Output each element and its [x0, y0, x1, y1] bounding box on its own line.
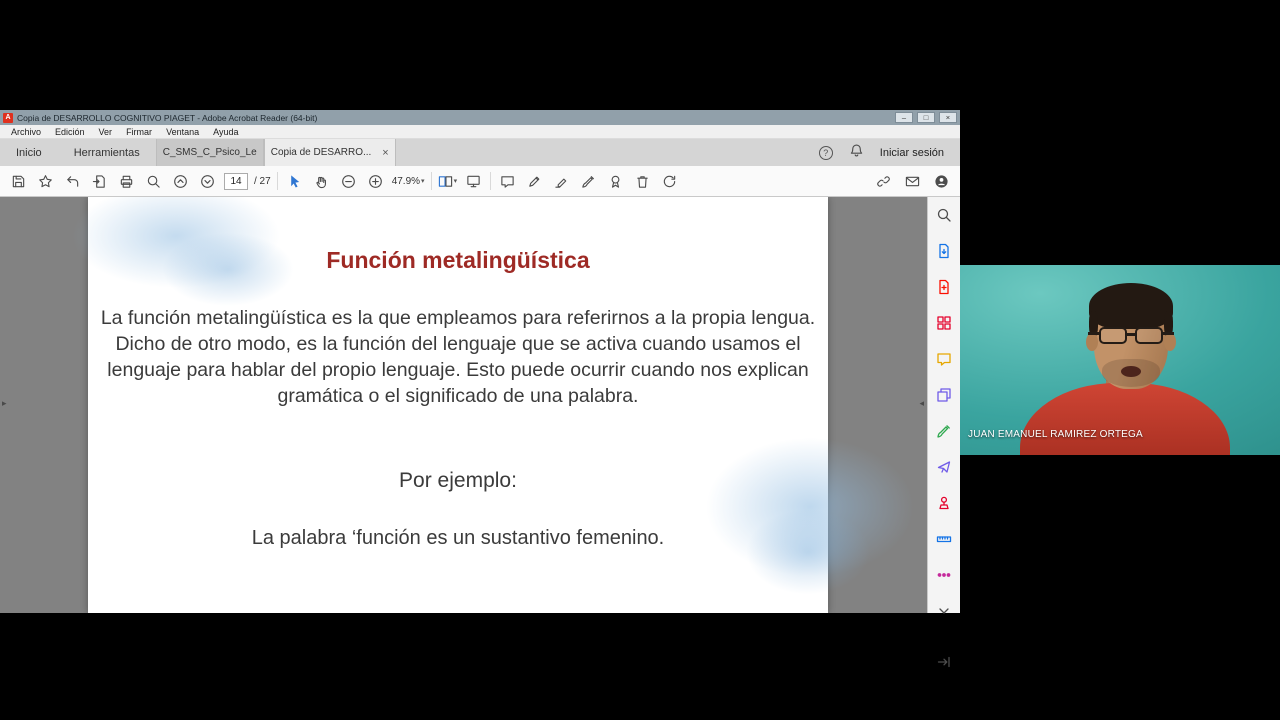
tab-label: C_SMS_C_Psico_Le...	[162, 147, 257, 158]
chevron-down-icon[interactable]	[936, 603, 952, 624]
presenter-ear	[1164, 333, 1176, 351]
menu-ver[interactable]: Ver	[92, 127, 120, 137]
comment-icon[interactable]	[497, 170, 518, 192]
menu-ayuda[interactable]: Ayuda	[206, 127, 245, 137]
save-icon[interactable]	[8, 170, 29, 192]
slide-title: Función metalingüística	[326, 247, 590, 273]
document-pane[interactable]: Función metalingüística La función metal…	[0, 197, 927, 613]
caret-down-icon: ▾	[421, 178, 425, 185]
page-number-input[interactable]	[224, 172, 248, 190]
export-pdf-tool-icon[interactable]	[936, 243, 952, 264]
zoom-level-dropdown[interactable]: 47.9% ▾	[392, 170, 425, 192]
hand-tool-icon[interactable]	[311, 170, 332, 192]
pencil-icon[interactable]	[524, 170, 545, 192]
menu-archivo[interactable]: Archivo	[4, 127, 48, 137]
toolbar-separator	[490, 172, 492, 190]
presentation-mode-icon[interactable]	[463, 170, 484, 192]
next-page-icon[interactable]	[197, 170, 218, 192]
presenter-mouth	[1121, 366, 1141, 377]
window-title: Copia de DESARROLLO COGNITIVO PIAGET - A…	[17, 112, 318, 123]
page-display-dropdown[interactable]: ▾	[438, 170, 458, 192]
window-titlebar: A Copia de DESARROLLO COGNITIVO PIAGET -…	[0, 110, 960, 125]
search-icon[interactable]	[143, 170, 164, 192]
comment-tool-icon[interactable]	[936, 351, 952, 372]
minimize-button[interactable]: –	[895, 112, 913, 123]
glasses-arm	[1162, 332, 1174, 335]
restore-button[interactable]: □	[917, 112, 935, 123]
more-tools-icon[interactable]	[936, 567, 952, 588]
fill-sign-tool-icon[interactable]	[936, 423, 952, 444]
refresh-icon[interactable]	[659, 170, 680, 192]
create-pdf-tool-icon[interactable]	[936, 279, 952, 300]
account-icon[interactable]	[931, 170, 952, 192]
zoom-in-icon[interactable]	[365, 170, 386, 192]
print-icon[interactable]	[116, 170, 137, 192]
presenter-shirt	[1020, 383, 1230, 455]
page-total-label: / 27	[254, 175, 271, 187]
pdf-page: Función metalingüística La función metal…	[68, 197, 918, 613]
measure-tool-icon[interactable]	[936, 531, 952, 552]
screen-background: A Copia de DESARROLLO COGNITIVO PIAGET -…	[0, 0, 1280, 720]
export-page-icon[interactable]	[89, 170, 110, 192]
combine-files-tool-icon[interactable]	[936, 387, 952, 408]
slide-example-text: La palabra ‘función es un sustantivo fem…	[251, 527, 665, 549]
stamp-tool-icon[interactable]	[936, 495, 952, 516]
menu-ventana[interactable]: Ventana	[159, 127, 206, 137]
close-button[interactable]: ×	[939, 112, 957, 123]
link-icon[interactable]	[873, 170, 894, 192]
highlight-icon[interactable]	[551, 170, 572, 192]
zoom-out-icon[interactable]	[338, 170, 359, 192]
trash-icon[interactable]	[632, 170, 653, 192]
previous-page-icon[interactable]	[170, 170, 191, 192]
select-tool-icon[interactable]	[284, 170, 305, 192]
menu-edicion[interactable]: Edición	[48, 127, 92, 137]
previous-view-icon[interactable]	[62, 170, 83, 192]
slide-example-label: Por ejemplo:	[399, 469, 517, 492]
glasses-bridge	[1125, 333, 1137, 336]
notifications-bell-icon[interactable]	[849, 143, 864, 163]
tab-herramientas[interactable]: Herramientas	[58, 139, 156, 166]
zoom-level-value: 47.9%	[391, 175, 421, 187]
participant-name-label: JUAN EMANUEL RAMIREZ ORTEGA	[968, 429, 1143, 440]
menu-firmar[interactable]: Firmar	[119, 127, 159, 137]
organize-pages-tool-icon[interactable]	[936, 315, 952, 336]
tools-pane-toggle-icon[interactable]: ◂	[919, 399, 924, 408]
help-icon[interactable]: ?	[818, 145, 833, 160]
glasses-lens	[1135, 327, 1163, 344]
acrobat-window: A Copia de DESARROLLO COGNITIVO PIAGET -…	[0, 110, 960, 668]
tab-document-1[interactable]: C_SMS_C_Psico_Le...	[155, 139, 264, 166]
acrobat-logo-icon: A	[3, 112, 13, 123]
tab-inicio[interactable]: Inicio	[0, 139, 58, 166]
certificate-stamp-icon[interactable]	[605, 170, 626, 192]
tab-document-2-active[interactable]: Copia de DESARRO... ×	[263, 139, 396, 166]
tab-bar: Inicio Herramientas C_SMS_C_Psico_Le... …	[0, 139, 960, 166]
glasses-lens	[1099, 327, 1127, 344]
fill-sign-icon[interactable]	[578, 170, 599, 192]
expand-tools-pane-icon[interactable]	[936, 654, 952, 675]
toolbar-separator	[276, 172, 278, 190]
slide-body-text: La función metalingüística es la que emp…	[100, 307, 816, 407]
find-tool-icon[interactable]	[936, 207, 952, 228]
tools-rail	[927, 197, 960, 668]
share-tool-icon[interactable]	[936, 459, 952, 480]
toolbar: / 27 47.9% ▾ ▾	[0, 166, 960, 197]
toolbar-separator	[430, 172, 432, 190]
presenter-ear	[1086, 333, 1098, 351]
nav-pane-toggle-icon[interactable]: ▸	[2, 399, 7, 408]
tab-close-icon[interactable]: ×	[382, 147, 388, 158]
presenter-hair	[1089, 283, 1173, 329]
sign-in-button[interactable]: Iniciar sesión	[880, 147, 944, 159]
webcam-overlay[interactable]: JUAN EMANUEL RAMIREZ ORTEGA	[960, 265, 1280, 455]
watercolor-decoration	[678, 427, 918, 587]
watercolor-decoration	[728, 497, 888, 607]
menu-bar: Archivo Edición Ver Firmar Ventana Ayuda	[0, 125, 960, 139]
email-icon[interactable]	[902, 170, 923, 192]
caret-down-icon: ▾	[453, 178, 458, 185]
favorites-star-icon[interactable]	[35, 170, 56, 192]
tabbar-right-group: ? Iniciar sesión	[818, 139, 960, 166]
toolbar-right-group	[873, 170, 952, 192]
tab-label: Copia de DESARRO...	[270, 147, 372, 158]
